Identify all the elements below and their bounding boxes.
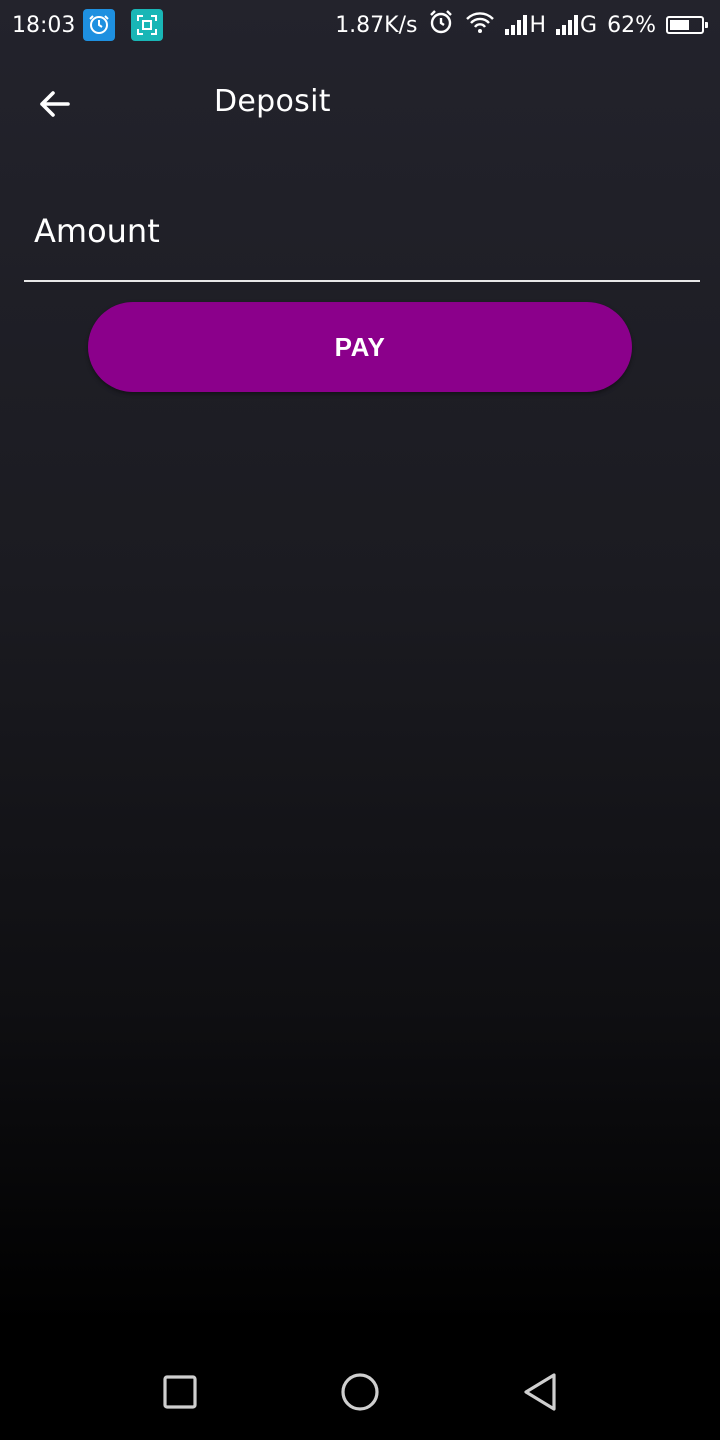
- pay-button[interactable]: PAY: [88, 302, 632, 392]
- status-right: 1.87K/s H G 62%: [335, 0, 708, 50]
- amount-field: [24, 190, 700, 282]
- alarm-icon: [427, 8, 455, 42]
- page-title: Deposit: [214, 84, 331, 119]
- recents-square-icon: [163, 1375, 197, 1409]
- signal-1-group: H: [505, 13, 546, 38]
- home-circle-icon: [341, 1373, 379, 1411]
- battery-icon: [666, 16, 708, 34]
- back-triangle-icon: [524, 1373, 556, 1411]
- battery-fill: [670, 20, 689, 30]
- network-type-1: H: [529, 12, 547, 38]
- back-button[interactable]: [26, 76, 82, 132]
- status-bar: 18:03 1.87K/s H G 62%: [0, 0, 720, 50]
- status-time: 18:03: [12, 12, 76, 38]
- battery-percent: 62%: [607, 12, 656, 38]
- signal-icon: [556, 15, 579, 35]
- home-button[interactable]: [338, 1370, 382, 1414]
- arrow-left-icon: [40, 91, 70, 117]
- navigation-bar: [0, 1340, 720, 1440]
- wifi-icon: [465, 10, 495, 40]
- nav-back-button[interactable]: [518, 1370, 562, 1414]
- signal-icon: [505, 15, 528, 35]
- screenshot-app-icon: [131, 9, 164, 41]
- recents-button[interactable]: [158, 1370, 202, 1414]
- network-speed: 1.87K/s: [335, 12, 418, 38]
- app-bar: Deposit: [0, 50, 720, 162]
- signal-2-group: G: [556, 13, 597, 38]
- amount-input[interactable]: [34, 206, 684, 256]
- status-left: 18:03: [12, 0, 164, 50]
- network-type-2: G: [580, 12, 598, 38]
- clock-app-icon: [83, 9, 116, 41]
